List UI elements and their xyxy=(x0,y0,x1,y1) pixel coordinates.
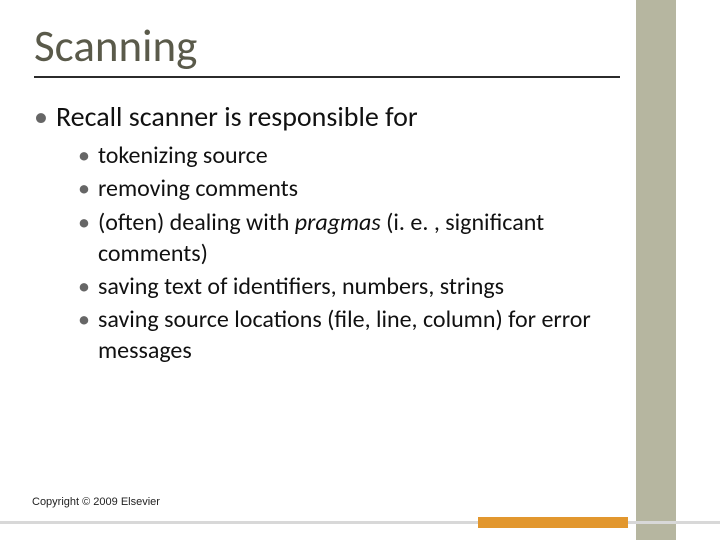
bullet-icon: • xyxy=(78,271,90,302)
text-run-italic: pragmas xyxy=(295,208,381,237)
bullet-icon: • xyxy=(78,173,90,204)
bullet-level-2: • saving text of identifiers, numbers, s… xyxy=(78,271,610,302)
bullet-icon: • xyxy=(34,100,48,134)
bullet-text: (often) dealing with pragmas (i. e. , si… xyxy=(98,207,610,269)
bullet-text: saving text of identifiers, numbers, str… xyxy=(98,271,610,302)
bullet-level-2: • removing comments xyxy=(78,173,610,204)
bullet-level-2: • saving source locations (file, line, c… xyxy=(78,304,610,366)
bullet-text: Recall scanner is responsible for xyxy=(56,100,418,134)
side-stripe xyxy=(636,0,676,540)
bullet-text: tokenizing source xyxy=(98,140,610,171)
bullet-icon: • xyxy=(78,140,90,171)
bullet-icon: • xyxy=(78,304,90,366)
text-run: (often) dealing with xyxy=(98,208,295,237)
bullet-text: removing comments xyxy=(98,173,610,204)
slide: Scanning • Recall scanner is responsible… xyxy=(0,0,720,540)
bullet-icon: • xyxy=(78,207,90,269)
copyright-text: Copyright © 2009 Elsevier xyxy=(32,496,160,508)
slide-title: Scanning xyxy=(34,22,620,78)
sub-bullets: • tokenizing source • removing comments … xyxy=(78,140,610,366)
bullet-level-1: • Recall scanner is responsible for xyxy=(34,100,610,134)
bullet-level-2: • (often) dealing with pragmas (i. e. , … xyxy=(78,207,610,269)
content-area: • Recall scanner is responsible for • to… xyxy=(34,100,610,368)
bottom-accent xyxy=(478,517,628,528)
bullet-text: saving source locations (file, line, col… xyxy=(98,304,610,366)
bullet-level-2: • tokenizing source xyxy=(78,140,610,171)
